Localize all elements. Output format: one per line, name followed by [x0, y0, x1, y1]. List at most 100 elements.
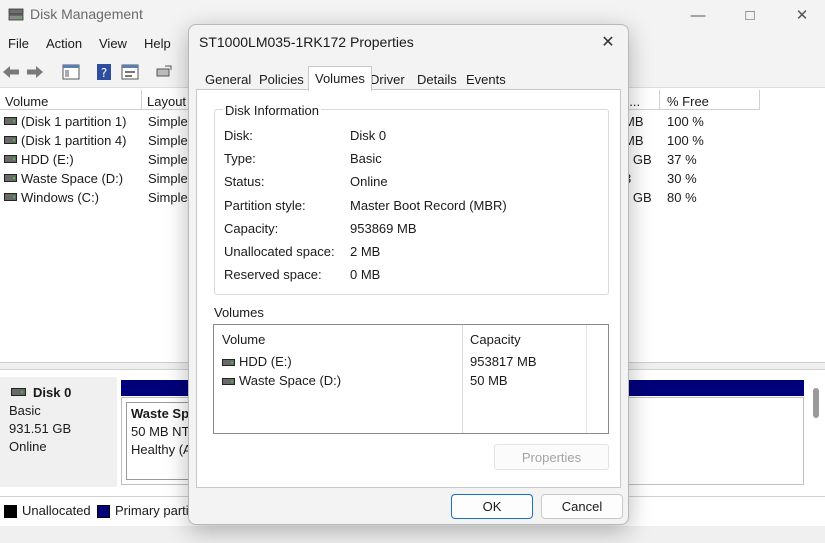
info-label-capacity: Capacity:: [224, 221, 279, 236]
volume-free: 37 %: [667, 152, 697, 167]
volume-free: 100 %: [667, 133, 704, 148]
disk-management-icon: [8, 8, 24, 21]
disk-icon: [11, 388, 26, 396]
volume-layout: Simple: [148, 114, 188, 129]
list-item[interactable]: HDD (E:) 953817 MB: [214, 353, 608, 372]
volume-free: 80 %: [667, 190, 697, 205]
back-button[interactable]: [0, 61, 22, 83]
info-label-unallocated: Unallocated space:: [224, 244, 335, 259]
tab-events[interactable]: Events: [466, 70, 506, 90]
minimize-icon: —: [690, 6, 706, 24]
drive-icon: [4, 136, 17, 144]
properties-icon: [121, 64, 139, 80]
info-value-unallocated: 2 MB: [350, 244, 381, 259]
volume-item-capacity: 953817 MB: [470, 354, 537, 369]
info-value-capacity: 953869 MB: [350, 221, 417, 236]
volume-item-name: Waste Space (D:): [239, 373, 342, 388]
info-value-status: Online: [350, 174, 388, 189]
drive-icon: [4, 117, 17, 125]
volume-properties-button[interactable]: Properties: [494, 444, 609, 470]
menu-help[interactable]: Help: [144, 36, 171, 51]
menu-action[interactable]: Action: [46, 36, 82, 51]
list-item[interactable]: Waste Space (D:) 50 MB: [214, 372, 608, 391]
close-icon: ✕: [601, 34, 615, 51]
help-button[interactable]: ?: [93, 61, 115, 83]
volume-layout: Simple: [148, 133, 188, 148]
info-value-partition-style: Master Boot Record (MBR): [350, 198, 507, 213]
dialog-close-button[interactable]: ✕: [594, 31, 622, 53]
disk-name: Disk 0: [33, 385, 72, 400]
forward-button[interactable]: [24, 61, 46, 83]
connect-icon: [156, 65, 172, 77]
volumes-column-volume[interactable]: Volume: [222, 332, 265, 347]
tab-general[interactable]: General: [205, 70, 251, 90]
info-label-partition-style: Partition style:: [224, 198, 306, 213]
info-label-reserved: Reserved space:: [224, 267, 322, 282]
info-value-reserved: 0 MB: [350, 267, 381, 282]
column-layout[interactable]: Layout: [142, 90, 190, 110]
properties-toolbar-button[interactable]: [119, 61, 141, 83]
drive-icon: [222, 359, 235, 366]
volume-name: Windows (C:): [21, 190, 100, 205]
menu-file[interactable]: File: [8, 36, 29, 51]
dialog-title: ST1000LM035-1RK172 Properties: [199, 34, 414, 50]
volumes-column-capacity[interactable]: Capacity: [470, 332, 521, 347]
console-tree-icon: [62, 64, 80, 80]
tab-volumes[interactable]: Volumes: [308, 66, 372, 91]
drive-icon: [4, 174, 17, 182]
maximize-button[interactable]: □: [727, 0, 773, 30]
help-icon: ?: [97, 64, 111, 80]
volume-item-name: HDD (E:): [239, 354, 292, 369]
volume-layout: Simple: [148, 152, 188, 167]
disk-status: Online: [9, 439, 47, 454]
info-label-disk: Disk:: [224, 128, 253, 143]
legend-label-unallocated: Unallocated: [22, 503, 91, 518]
menu-view[interactable]: View: [99, 36, 127, 51]
close-icon: ✕: [795, 7, 809, 24]
vertical-scrollbar[interactable]: [813, 388, 819, 418]
app-title: Disk Management: [30, 6, 143, 22]
properties-dialog: ST1000LM035-1RK172 Properties ✕ General …: [188, 24, 629, 525]
tab-details[interactable]: Details: [417, 70, 457, 90]
volume-name: Waste Space (D:): [21, 171, 124, 186]
volume-item-capacity: 50 MB: [470, 373, 508, 388]
tab-policies[interactable]: Policies: [259, 70, 304, 90]
drive-icon: [222, 378, 235, 385]
connect-button[interactable]: [153, 61, 175, 83]
volume-layout: Simple: [148, 190, 188, 205]
column-percent-free[interactable]: % Free: [660, 90, 760, 110]
drive-icon: [4, 155, 17, 163]
back-arrow-icon: [3, 66, 19, 78]
disk-type: Basic: [9, 403, 41, 418]
disk-0-label[interactable]: Disk 0 Basic 931.51 GB Online: [0, 377, 117, 487]
info-label-type: Type:: [224, 151, 256, 166]
info-value-disk: Disk 0: [350, 128, 387, 143]
info-value-type: Basic: [350, 151, 382, 166]
show-hide-console-button[interactable]: [60, 61, 82, 83]
forward-arrow-icon: [27, 66, 43, 78]
status-bar: [0, 526, 825, 543]
legend-label-primary: Primary parti: [115, 503, 189, 518]
volume-layout: Simple: [148, 171, 188, 186]
volumes-list[interactable]: Volume Capacity HDD (E:) 953817 MB Waste…: [213, 324, 609, 434]
info-label-status: Status:: [224, 174, 265, 189]
legend-swatch-primary: [97, 505, 110, 518]
disk-size: 931.51 GB: [9, 421, 72, 436]
tab-driver[interactable]: Driver: [370, 70, 405, 90]
cancel-button[interactable]: Cancel: [541, 494, 623, 519]
maximize-icon: □: [745, 6, 755, 24]
drive-icon: [4, 193, 17, 201]
minimize-button[interactable]: —: [675, 0, 721, 30]
volume-name: HDD (E:): [21, 152, 74, 167]
volumes-tab-panel: Disk Information Disk: Disk 0 Type: Basi…: [196, 89, 621, 488]
volume-free: 100 %: [667, 114, 704, 129]
close-window-button[interactable]: ✕: [779, 0, 825, 30]
disk-information-caption: Disk Information: [223, 103, 321, 118]
volume-free: 30 %: [667, 171, 697, 186]
column-volume[interactable]: Volume: [0, 90, 142, 110]
volume-name: (Disk 1 partition 1): [21, 114, 127, 129]
volumes-caption: Volumes: [214, 305, 264, 320]
ok-button[interactable]: OK: [451, 494, 533, 519]
volume-name: (Disk 1 partition 4): [21, 133, 127, 148]
legend-swatch-unallocated: [4, 505, 17, 518]
